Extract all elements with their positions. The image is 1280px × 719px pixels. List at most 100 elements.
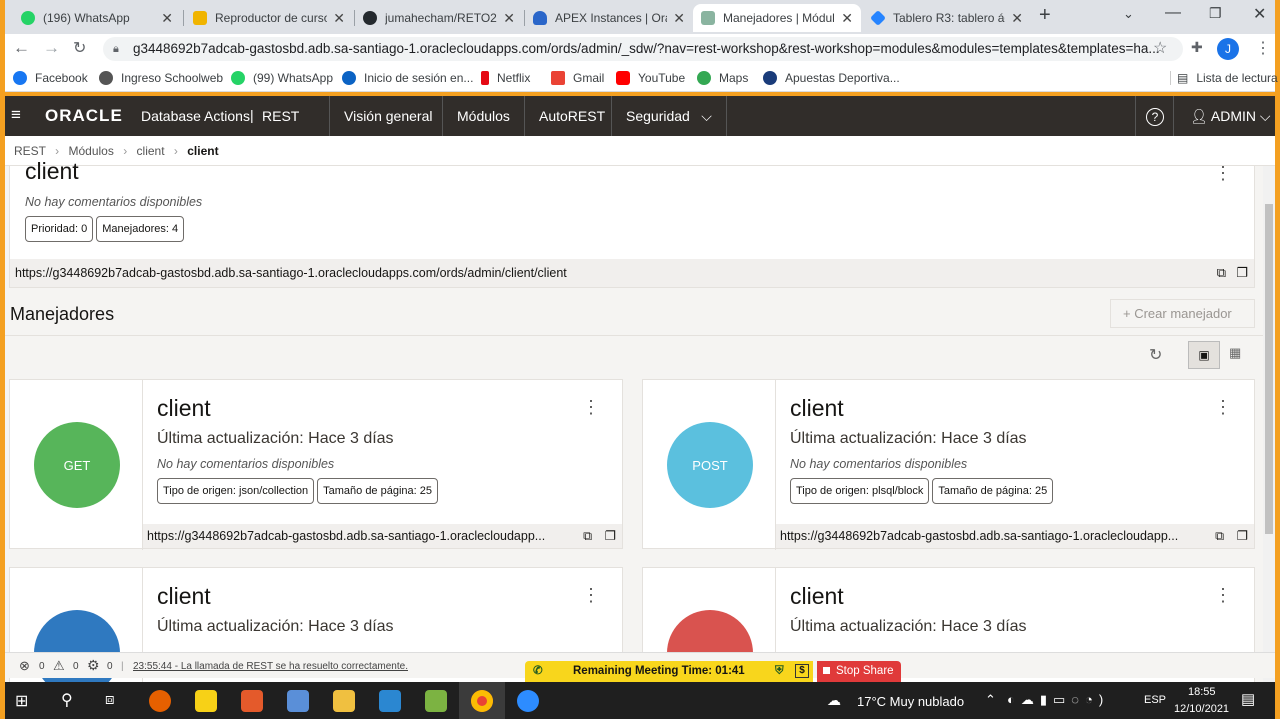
app-icon[interactable]	[425, 690, 447, 712]
file-explorer-icon[interactable]	[333, 690, 355, 712]
handler-updated: Última actualización: Hace 3 días	[157, 430, 394, 447]
copy-icon[interactable]: ❐	[1236, 259, 1248, 287]
search-icon[interactable]: ⚲	[61, 690, 73, 710]
tab-search-icon[interactable]: ⌄	[1123, 6, 1134, 22]
close-icon[interactable]: ✕	[333, 10, 345, 27]
user-menu[interactable]: 👤︎ ADMIN ⌵	[1173, 96, 1280, 136]
bookmark-schoolweb[interactable]: Ingreso Schoolweb	[99, 71, 223, 85]
table-view-icon[interactable]: ▦	[1229, 345, 1241, 361]
hamburger-icon[interactable]: ≡	[11, 105, 21, 125]
open-external-icon[interactable]: ⧉	[1211, 524, 1224, 548]
task-view-icon[interactable]: ⧈	[105, 691, 115, 708]
help-button[interactable]: ?	[1135, 96, 1174, 136]
breadcrumb-module-client[interactable]: client	[137, 144, 165, 158]
sticky-notes-icon[interactable]	[195, 690, 217, 712]
open-external-icon[interactable]: ⧉	[1217, 259, 1226, 287]
minimize-button[interactable]: —	[1165, 4, 1181, 22]
breadcrumb: REST › Módulos › client › client	[5, 136, 1275, 166]
address-bar[interactable]: 🔒︎ g3448692b7adcab-gastosbd.adb.sa-santi…	[103, 37, 1183, 61]
profile-avatar[interactable]: J	[1217, 38, 1239, 60]
close-icon[interactable]: ✕	[673, 10, 685, 27]
bookmark-label: Apuestas Deportiva...	[785, 71, 900, 85]
bookmark-whatsapp[interactable]: (99) WhatsApp	[231, 71, 333, 85]
create-handler-button[interactable]: + Crear manejador	[1110, 299, 1255, 328]
breadcrumb-modulos[interactable]: Módulos	[68, 144, 113, 158]
breadcrumb-rest[interactable]: REST	[14, 144, 46, 158]
nav-vision-general[interactable]: Visión general	[329, 96, 446, 136]
page-size-chip: Tamaño de página: 25	[932, 478, 1054, 504]
copy-icon[interactable]: ❐	[604, 524, 616, 548]
browser-tab-course[interactable]: Reproductor de cursos ✕	[185, 4, 353, 32]
language-indicator[interactable]: ESP	[1144, 694, 1166, 706]
firefox-icon[interactable]	[149, 690, 171, 712]
bookmark-gmail[interactable]: Gmail	[551, 71, 604, 85]
window-close-button[interactable]: ✕	[1253, 4, 1266, 24]
bookmark-facebook[interactable]: Facebook	[13, 71, 88, 85]
status-message[interactable]: 23:55:44 - La llamada de REST se ha resu…	[133, 661, 408, 672]
forward-icon[interactable]: →	[43, 38, 60, 58]
more-options-icon[interactable]: ⋮	[1214, 398, 1232, 416]
notifications-icon[interactable]: ▤	[1241, 690, 1255, 708]
reading-list[interactable]: ▤ Lista de lectura	[1170, 71, 1278, 85]
extensions-icon[interactable]: ✚	[1191, 39, 1203, 56]
chevron-up-icon[interactable]: ⌃	[985, 692, 996, 708]
browser-tab-jira[interactable]: Tablero R3: tablero ág ✕	[863, 4, 1031, 32]
close-icon[interactable]: ✕	[503, 10, 515, 27]
close-icon[interactable]: ✕	[841, 10, 853, 27]
weather-text[interactable]: 17°C Muy nublado	[857, 694, 964, 709]
nav-autorest[interactable]: AutoREST	[524, 96, 619, 136]
browser-tab-whatsapp[interactable]: (196) WhatsApp ✕	[13, 4, 181, 32]
star-icon[interactable]: ☆	[1153, 38, 1167, 58]
nav-seguridad[interactable]: Seguridad ⌵	[611, 96, 727, 136]
open-external-icon[interactable]: ⧉	[579, 524, 592, 548]
scrollbar-thumb[interactable]	[1265, 204, 1273, 534]
globe-icon	[99, 71, 113, 85]
app-icon[interactable]	[241, 690, 263, 712]
stop-share-button[interactable]: Stop Share	[817, 661, 901, 682]
clock-time[interactable]: 18:55	[1188, 686, 1216, 698]
card-view-icon[interactable]: ▣	[1188, 341, 1220, 369]
bookmark-apuestas[interactable]: Apuestas Deportiva...	[763, 71, 900, 85]
browser-tab-github[interactable]: jumahecham/RETO2: ✕	[355, 4, 523, 32]
more-options-icon[interactable]: ⋮	[1214, 586, 1232, 604]
bookmark-label: YouTube	[638, 71, 686, 85]
handler-updated: Última actualización: Hace 3 días	[157, 618, 394, 635]
dollar-icon: $	[795, 664, 809, 678]
meeting-timer-bar: ✆ Remaining Meeting Time: 01:41 ⛨ $	[525, 661, 813, 682]
new-tab-button[interactable]: +	[1039, 4, 1051, 27]
back-icon[interactable]: ←	[13, 38, 30, 58]
menu-icon[interactable]: ⋮	[1255, 38, 1271, 58]
windows-start-icon[interactable]: ⊞	[15, 691, 28, 711]
box-icon[interactable]	[287, 690, 309, 712]
warning-icon[interactable]: ⚠	[53, 658, 65, 674]
error-icon[interactable]: ⊗	[19, 658, 30, 674]
more-options-icon[interactable]: ⋮	[1214, 164, 1232, 182]
more-options-icon[interactable]: ⋮	[582, 586, 600, 604]
handler-card-get[interactable]: GET client Última actualización: Hace 3 …	[9, 379, 623, 550]
copy-icon[interactable]: ❐	[1236, 524, 1248, 548]
close-icon[interactable]: ✕	[161, 10, 173, 27]
bookmark-youtube[interactable]: YouTube	[616, 71, 685, 85]
reload-icon[interactable]: ↻	[73, 38, 86, 58]
vscode-icon[interactable]	[379, 690, 401, 712]
close-icon[interactable]: ✕	[1011, 10, 1023, 27]
handler-card-post[interactable]: POST client Última actualización: Hace 3…	[642, 379, 1255, 550]
handler-updated: Última actualización: Hace 3 días	[790, 430, 1027, 447]
bookmark-netflix[interactable]: Netflix	[481, 71, 530, 85]
handlers-header: Manejadores + Crear manejador	[5, 296, 1275, 336]
refresh-icon[interactable]: ↻	[1149, 345, 1162, 365]
scrollbar[interactable]	[1263, 166, 1275, 682]
nav-modulos[interactable]: Módulos	[442, 96, 524, 136]
bookmark-label: Inicio de sesión en...	[364, 71, 474, 85]
bookmark-maps[interactable]: Maps	[697, 71, 748, 85]
browser-tab-apex[interactable]: APEX Instances | Orac ✕	[525, 4, 693, 32]
chrome-taskbar-slot[interactable]	[459, 682, 505, 719]
restore-button[interactable]: ❐	[1209, 5, 1222, 22]
settings-icon[interactable]: ⚙	[87, 657, 100, 674]
clock-date[interactable]: 12/10/2021	[1174, 703, 1229, 715]
browser-tab-manejadores[interactable]: Manejadores | Módul ✕	[693, 4, 861, 32]
tray-icons[interactable]: ◐☁▮▭◌◔)	[1007, 692, 1109, 708]
zoom-icon[interactable]	[517, 690, 539, 712]
more-options-icon[interactable]: ⋮	[582, 398, 600, 416]
bookmark-inicio[interactable]: Inicio de sesión en...	[342, 71, 473, 85]
